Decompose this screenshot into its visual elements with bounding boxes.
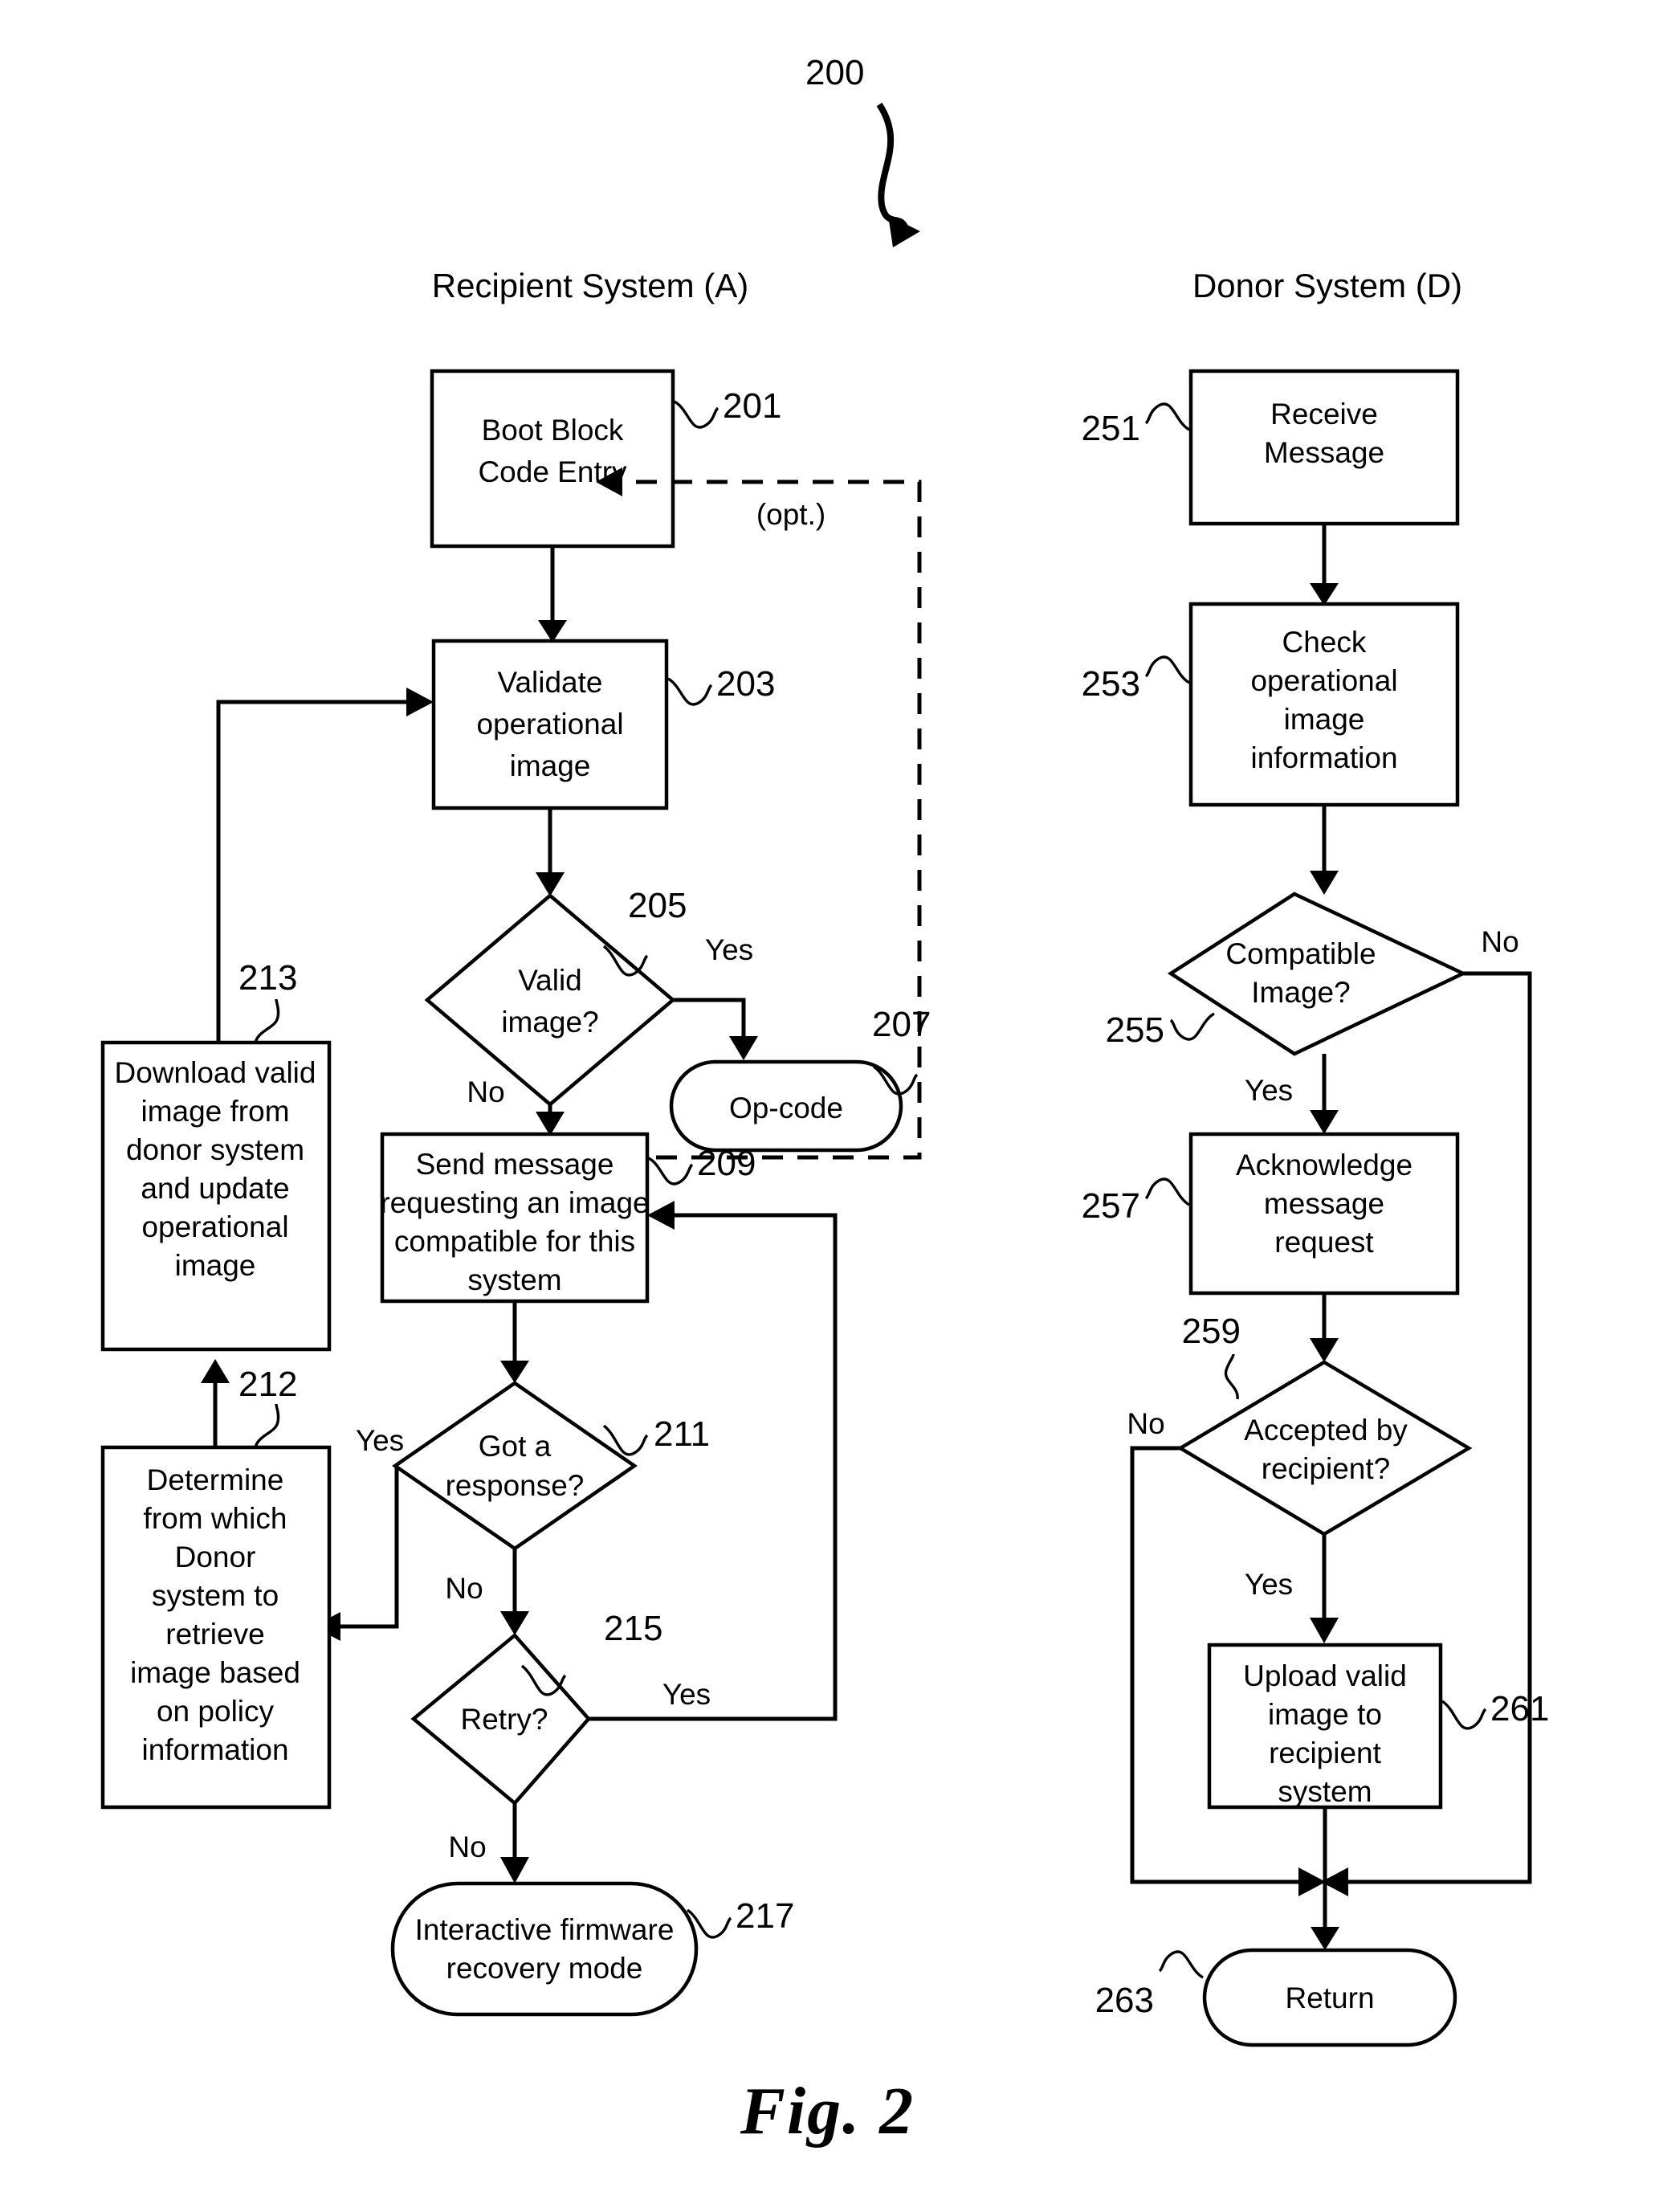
node-212-line-3: system to <box>152 1579 279 1612</box>
ref-251: 251 <box>1082 409 1140 448</box>
node-203-line-0: Validate <box>498 666 603 699</box>
node-213-line-4: operational <box>141 1210 288 1243</box>
node-257-line-0: Acknowledge <box>1236 1149 1412 1182</box>
node-212-line-4: retrieve <box>165 1618 264 1651</box>
edge-label-compatible-no: No <box>1481 925 1518 958</box>
node-213-line-5: image <box>175 1249 256 1282</box>
node-217-line-1: recovery mode <box>446 1952 643 1985</box>
node-213-line-1: image from <box>141 1095 289 1128</box>
node-253-line-0: Check <box>1282 626 1367 659</box>
figure-2-flowchart: 200 Recipient System (A) Donor System (D… <box>0 0 1655 2212</box>
node-213-line-0: Download valid <box>115 1056 316 1089</box>
node-261-line-0: Upload valid <box>1243 1659 1407 1692</box>
node-209-line-3: system <box>467 1263 561 1296</box>
ref-203: 203 <box>716 664 775 704</box>
node-255-line-0: Compatible <box>1225 937 1376 970</box>
ref-259: 259 <box>1182 1312 1241 1351</box>
node-217-line-0: Interactive firmware <box>415 1913 675 1946</box>
node-212-line-0: Determine <box>147 1463 284 1496</box>
figure-number-label: 200 <box>805 53 864 92</box>
edge-label-accepted-no: No <box>1127 1407 1164 1440</box>
node-209-line-0: Send message <box>416 1148 614 1181</box>
node-261-line-2: recipient <box>1269 1737 1382 1769</box>
node-255-compatible-image-decision <box>1167 892 1468 1056</box>
ref-212: 212 <box>238 1365 297 1404</box>
node-251-line-1: Message <box>1264 436 1384 469</box>
ref-213: 213 <box>238 958 297 998</box>
node-212-line-6: on policy <box>157 1695 275 1728</box>
ref-255: 255 <box>1106 1010 1164 1050</box>
node-213-line-3: and update <box>141 1172 289 1205</box>
node-211-line-1: response? <box>446 1469 585 1502</box>
ref-205: 205 <box>628 886 687 925</box>
node-205-valid-image-decision <box>424 893 676 1107</box>
ref-257: 257 <box>1082 1186 1140 1226</box>
node-251-line-0: Receive <box>1270 398 1378 431</box>
node-215-line-0: Retry? <box>461 1703 548 1736</box>
edge-label-compatible-yes: Yes <box>1245 1074 1293 1107</box>
ref-207: 207 <box>872 1005 931 1044</box>
edge-label-response-yes: Yes <box>356 1424 404 1457</box>
node-255-line-1: Image? <box>1251 976 1350 1009</box>
edge-label-retry-yes: Yes <box>662 1678 711 1711</box>
node-211-line-0: Got a <box>479 1430 552 1463</box>
node-253-line-1: operational <box>1250 664 1397 697</box>
node-212-line-2: Donor <box>175 1541 256 1573</box>
node-259-line-0: Accepted by <box>1244 1414 1408 1447</box>
node-209-line-1: requesting an image <box>380 1186 649 1219</box>
ref-211: 211 <box>654 1414 710 1454</box>
flowchart-canvas: 200 Recipient System (A) Donor System (D… <box>100 53 1549 2047</box>
node-253-line-2: image <box>1284 703 1365 736</box>
node-259-accepted-by-recipient-decision <box>1176 1360 1473 1537</box>
node-257-line-2: request <box>1274 1226 1374 1259</box>
edge-label-opt: (opt.) <box>756 498 825 531</box>
node-263-line-0: Return <box>1285 1981 1374 2014</box>
node-261-line-1: image to <box>1268 1698 1382 1731</box>
node-205-line-0: Valid <box>518 964 582 997</box>
node-203-line-1: operational <box>476 708 623 741</box>
node-259-line-1: recipient? <box>1262 1452 1390 1485</box>
ref-215: 215 <box>604 1609 662 1648</box>
node-212-line-1: from which <box>144 1502 287 1535</box>
node-207-line-0: Op-code <box>729 1092 843 1124</box>
ref-201: 201 <box>723 386 781 426</box>
node-253-line-3: information <box>1250 741 1397 774</box>
node-201-line-0: Boot Block <box>482 414 624 447</box>
node-217-interactive-firmware-recovery-mode <box>390 1881 699 2017</box>
node-261-line-3: system <box>1278 1775 1372 1808</box>
edge-label-valid-no: No <box>467 1075 504 1108</box>
edge-label-accepted-yes: Yes <box>1245 1568 1293 1601</box>
edge-label-retry-no: No <box>448 1830 486 1863</box>
column-title-donor: Donor System (D) <box>1192 267 1462 304</box>
node-257-line-1: message <box>1264 1187 1384 1220</box>
edge-label-response-no: No <box>445 1572 483 1605</box>
edge-label-valid-yes: Yes <box>705 933 753 966</box>
node-211-got-a-response-decision <box>392 1381 638 1551</box>
ref-209: 209 <box>697 1144 756 1183</box>
node-205-line-1: image? <box>501 1006 598 1039</box>
ref-253: 253 <box>1082 664 1140 704</box>
node-212-line-5: image based <box>130 1656 300 1689</box>
ref-263: 263 <box>1095 1981 1154 2020</box>
figure-caption: Fig. 2 <box>740 2074 915 2149</box>
node-209-line-2: compatible for this <box>394 1225 635 1258</box>
node-213-line-2: donor system <box>126 1133 304 1166</box>
ref-217: 217 <box>736 1896 794 1936</box>
ref-261: 261 <box>1490 1689 1549 1728</box>
node-203-line-2: image <box>510 749 591 782</box>
node-212-line-7: information <box>141 1733 288 1766</box>
column-title-recipient: Recipient System (A) <box>432 267 748 304</box>
